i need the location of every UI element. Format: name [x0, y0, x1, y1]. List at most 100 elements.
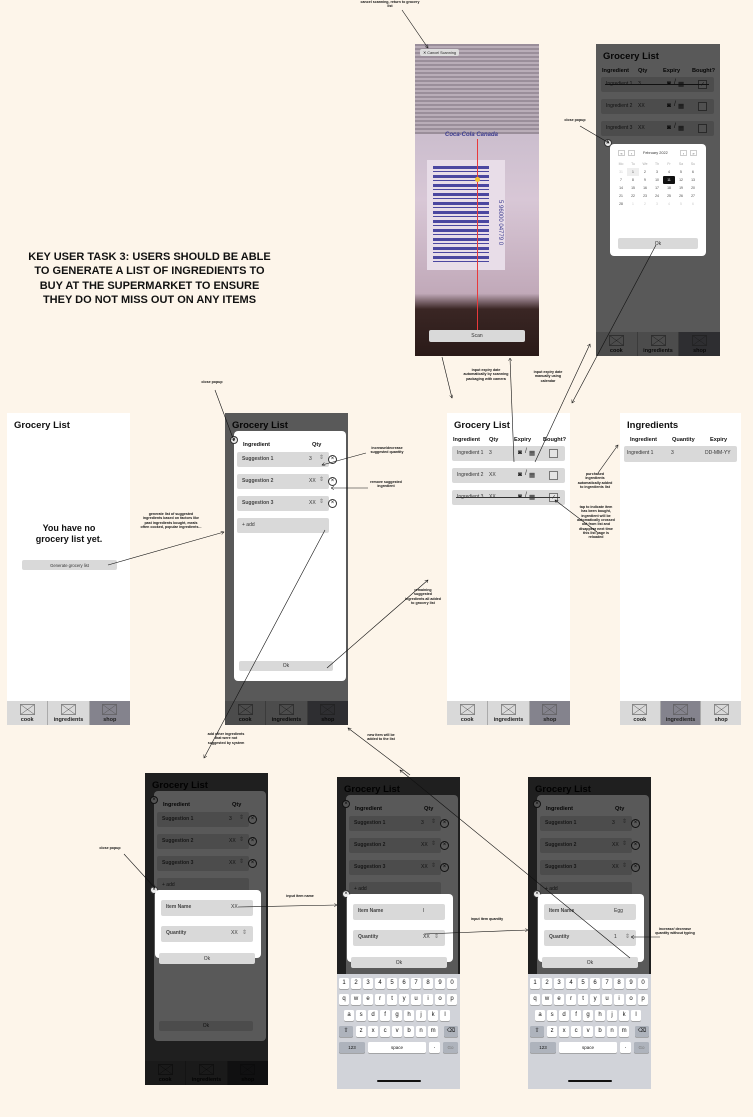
key-q[interactable]: q: [530, 994, 541, 1005]
key-h[interactable]: h: [404, 1010, 415, 1021]
calendar-day[interactable]: 25: [663, 192, 675, 200]
qty-stepper-icon[interactable]: ⇕: [319, 498, 324, 505]
key-3[interactable]: 3: [363, 978, 374, 989]
key-r[interactable]: r: [375, 994, 386, 1005]
bought-checkbox[interactable]: [549, 449, 558, 458]
key-0[interactable]: 0: [638, 978, 649, 989]
qty-stepper-icon[interactable]: ⇕: [319, 454, 324, 461]
quantity-field[interactable]: Quantity 1 ⇕: [544, 930, 636, 946]
key-8[interactable]: 8: [423, 978, 434, 989]
go-key[interactable]: Go: [443, 1042, 458, 1053]
key-t[interactable]: t: [387, 994, 398, 1005]
calendar-day[interactable]: 8: [627, 176, 639, 184]
calendar-day[interactable]: 26: [675, 192, 687, 200]
remove-suggestion-icon[interactable]: ×: [328, 455, 337, 464]
key-d[interactable]: d: [559, 1010, 570, 1021]
calendar-day[interactable]: 18: [663, 184, 675, 192]
key-f[interactable]: f: [571, 1010, 582, 1021]
calendar-day[interactable]: 9: [639, 176, 651, 184]
key-p[interactable]: p: [447, 994, 458, 1005]
nav-tab-cook[interactable]: cook: [620, 701, 661, 725]
calendar-day[interactable]: 27: [687, 192, 699, 200]
key-e[interactable]: e: [363, 994, 374, 1005]
add-item-ok-button[interactable]: Ok: [542, 957, 638, 968]
calendar-day[interactable]: 4: [663, 200, 675, 208]
key-5[interactable]: 5: [578, 978, 589, 989]
calendar-nav-button[interactable]: ‹: [628, 150, 635, 156]
key-n[interactable]: n: [607, 1026, 618, 1037]
space-key[interactable]: space: [368, 1042, 426, 1053]
key-b[interactable]: b: [595, 1026, 606, 1037]
calendar-day[interactable]: 21: [615, 192, 627, 200]
key-9[interactable]: 9: [626, 978, 637, 989]
numbers-key[interactable]: 123: [339, 1042, 365, 1053]
add-ingredient-button[interactable]: + add: [237, 518, 329, 533]
calendar-day[interactable]: 23: [639, 192, 651, 200]
calendar-day[interactable]: 5: [675, 200, 687, 208]
key-0[interactable]: 0: [447, 978, 458, 989]
key-o[interactable]: o: [626, 994, 637, 1005]
key-v[interactable]: v: [392, 1026, 403, 1037]
key-1[interactable]: 1: [530, 978, 541, 989]
quantity-field[interactable]: Quantity XX ⇕: [161, 926, 253, 942]
key-x[interactable]: x: [368, 1026, 379, 1037]
calendar-day[interactable]: 11: [663, 176, 675, 184]
key-7[interactable]: 7: [602, 978, 613, 989]
key-b[interactable]: b: [404, 1026, 415, 1037]
qty-stepper-icon[interactable]: ⇕: [625, 933, 630, 940]
key-n[interactable]: n: [416, 1026, 427, 1037]
key-k[interactable]: k: [619, 1010, 630, 1021]
key-p[interactable]: p: [638, 994, 649, 1005]
nav-tab-shop[interactable]: shop: [529, 701, 570, 725]
numbers-key[interactable]: 123: [530, 1042, 556, 1053]
key-s[interactable]: s: [547, 1010, 558, 1021]
calendar-day[interactable]: 17: [651, 184, 663, 192]
key-l[interactable]: l: [440, 1010, 451, 1021]
calendar-day[interactable]: 3: [651, 168, 663, 176]
qty-stepper-icon[interactable]: ⇕: [434, 933, 439, 940]
calendar-day[interactable]: 28: [615, 200, 627, 208]
camera-icon[interactable]: ◙: [518, 449, 522, 456]
ok-button[interactable]: Ok: [239, 661, 333, 671]
key-4[interactable]: 4: [375, 978, 386, 989]
backspace-key[interactable]: ⌫: [444, 1026, 458, 1037]
key-4[interactable]: 4: [566, 978, 577, 989]
nav-tab-ingredients[interactable]: ingredients: [48, 701, 90, 725]
nav-tab-ingredients[interactable]: ingredients: [660, 701, 702, 725]
key-m[interactable]: m: [428, 1026, 439, 1037]
calendar-day[interactable]: 12: [675, 176, 687, 184]
calendar-day[interactable]: 6: [687, 168, 699, 176]
calendar-day[interactable]: 3: [651, 200, 663, 208]
calendar-day[interactable]: 15: [627, 184, 639, 192]
calendar-day[interactable]: 4: [663, 168, 675, 176]
key-3[interactable]: 3: [554, 978, 565, 989]
calendar-day[interactable]: 22: [627, 192, 639, 200]
key-g[interactable]: g: [583, 1010, 594, 1021]
cancel-scanning-button[interactable]: ✕ Cancel Scanning: [420, 49, 459, 56]
calendar-day[interactable]: 10: [651, 176, 663, 184]
key-z[interactable]: z: [547, 1026, 558, 1037]
key-i[interactable]: i: [614, 994, 625, 1005]
calendar-day[interactable]: 2: [639, 168, 651, 176]
key-8[interactable]: 8: [614, 978, 625, 989]
add-item-ok-button[interactable]: Ok: [351, 957, 447, 968]
key-a[interactable]: a: [344, 1010, 355, 1021]
key-r[interactable]: r: [566, 994, 577, 1005]
calendar-day[interactable]: 1: [627, 200, 639, 208]
calendar-day[interactable]: 13: [687, 176, 699, 184]
backspace-key[interactable]: ⌫: [635, 1026, 649, 1037]
key-e[interactable]: e: [554, 994, 565, 1005]
key-h[interactable]: h: [595, 1010, 606, 1021]
nav-tab-cook[interactable]: cook: [7, 701, 49, 725]
key-d[interactable]: d: [368, 1010, 379, 1021]
shift-key[interactable]: ⇧: [530, 1026, 544, 1037]
key-w[interactable]: w: [542, 994, 553, 1005]
qty-stepper-icon[interactable]: ⇕: [319, 476, 324, 483]
key-6[interactable]: 6: [590, 978, 601, 989]
qty-stepper-icon[interactable]: ⇕: [242, 929, 247, 936]
key-v[interactable]: v: [583, 1026, 594, 1037]
key-5[interactable]: 5: [387, 978, 398, 989]
key-u[interactable]: u: [602, 994, 613, 1005]
key-s[interactable]: s: [356, 1010, 367, 1021]
key-1[interactable]: 1: [339, 978, 350, 989]
